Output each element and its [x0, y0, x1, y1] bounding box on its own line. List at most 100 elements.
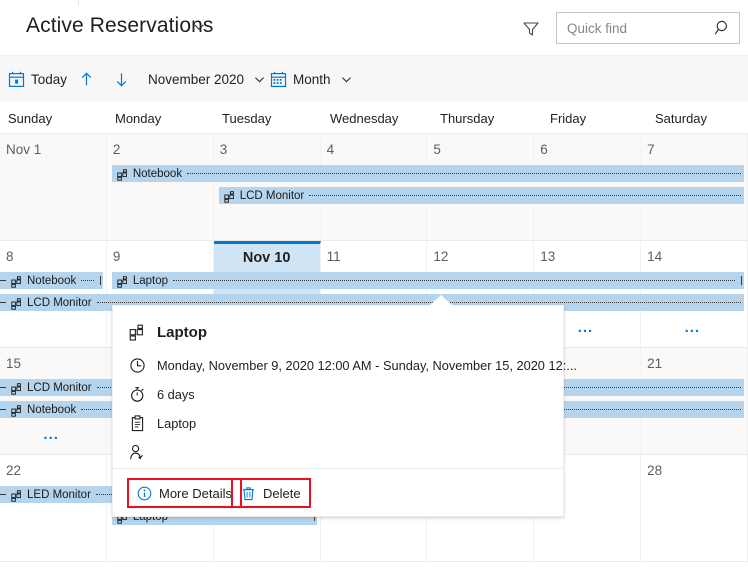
page-title: Active Reservations [26, 14, 214, 37]
calendar-event-bar[interactable]: LCD Monitor [218, 187, 744, 204]
reservation-detail-callout: Laptop Monday, November 9, 2020 12:00 AM… [112, 295, 577, 517]
calendar-event-bar[interactable]: Notebook [111, 165, 744, 182]
day-number: 14 [647, 249, 663, 264]
calendar-event-bar[interactable]: Notebook [0, 272, 103, 289]
day-cell[interactable]: Nov 1 [0, 134, 107, 240]
event-label: LCD Monitor [239, 189, 305, 202]
day-number: 4 [326, 142, 335, 157]
previous-period-button[interactable] [78, 56, 95, 103]
info-icon [137, 486, 152, 501]
today-button[interactable]: Today [8, 56, 67, 103]
day-header-saturday: Saturday [655, 111, 708, 126]
event-continuation-left [0, 302, 6, 303]
clipboard-icon [129, 415, 146, 432]
event-duration-rail [96, 302, 741, 303]
next-period-button[interactable] [113, 56, 130, 103]
callout-person-row [129, 444, 157, 461]
resource-icon [11, 489, 23, 502]
day-number: 12 [433, 249, 449, 264]
event-continuation-left [0, 387, 6, 388]
event-label: Laptop [132, 274, 169, 287]
calendar-week-row: Nov 1 2 3 4 5 6 7 Notebook LCD Monitor [0, 134, 748, 241]
person-check-icon [129, 444, 146, 461]
chevron-down-icon [340, 73, 353, 86]
event-end-cap [97, 276, 101, 285]
stopwatch-icon [129, 386, 146, 403]
resource-icon [11, 297, 23, 310]
event-continuation-left [0, 494, 6, 495]
event-duration-rail [187, 173, 741, 174]
event-label: LCD Monitor [27, 381, 92, 394]
day-number: 5 [433, 142, 441, 157]
day-header-friday: Friday [550, 111, 587, 126]
day-number: 28 [647, 463, 663, 478]
more-details-button[interactable]: More Details [127, 478, 242, 508]
event-label: LED Monitor [27, 488, 91, 501]
period-label: November 2020 [148, 72, 245, 87]
delete-label: Delete [263, 485, 301, 501]
day-header-wednesday: Wednesday [330, 111, 399, 126]
day-number: 8 [6, 249, 14, 264]
calendar-toolbar: Today November 2020 Month [0, 55, 748, 102]
period-selector[interactable]: November 2020 [148, 56, 266, 103]
day-number: 11 [326, 249, 341, 264]
resource-icon [224, 190, 236, 203]
day-number: 21 [647, 356, 663, 371]
resource-icon [117, 275, 129, 288]
day-cell[interactable]: 28 [641, 455, 748, 561]
today-button-label: Today [31, 72, 68, 87]
quick-find-box[interactable] [556, 12, 740, 44]
event-label: LCD Monitor [27, 296, 92, 309]
filter-icon[interactable] [521, 19, 541, 39]
calendar-event-bar[interactable]: Laptop [111, 272, 744, 289]
callout-duration-text: 6 days [157, 387, 195, 402]
callout-resource-text: Laptop [157, 416, 197, 431]
day-number: 7 [647, 142, 655, 157]
chevron-down-icon [253, 73, 266, 86]
window-divider [78, 0, 79, 6]
day-cell[interactable]: 22 [0, 455, 107, 561]
more-events-indicator[interactable]: ... [685, 320, 701, 335]
day-header-monday: Monday [115, 111, 162, 126]
resource-icon [129, 324, 146, 341]
day-number: 3 [219, 142, 228, 157]
event-label: Notebook [27, 403, 77, 416]
day-number: 22 [6, 463, 22, 478]
chevron-down-icon[interactable] [192, 20, 206, 34]
callout-duration-row: 6 days [129, 386, 195, 403]
top-command-bar: Active Reservations [0, 0, 748, 55]
resource-icon [11, 404, 23, 417]
event-label: Notebook [132, 167, 183, 180]
day-number: 6 [540, 142, 548, 157]
day-number: Nov 10 [242, 250, 291, 266]
callout-title-row: Laptop [129, 324, 207, 341]
callout-title: Laptop [157, 324, 207, 341]
more-events-indicator[interactable]: ... [43, 427, 59, 442]
resource-icon [11, 382, 23, 395]
day-number: 13 [540, 249, 556, 264]
event-duration-rail [309, 195, 741, 196]
today-calendar-icon [8, 71, 25, 88]
search-input[interactable] [557, 13, 709, 43]
callout-beak [429, 295, 453, 306]
calendar-icon [270, 71, 287, 88]
app-root: Active Reservations Quick find Today Nov… [0, 0, 748, 585]
callout-when-row: Monday, November 9, 2020 12:00 AM - Sund… [129, 357, 577, 374]
event-duration-rail [173, 280, 735, 281]
delete-button[interactable]: Delete [231, 478, 311, 508]
day-cell[interactable]: 2 [107, 134, 214, 240]
more-events-indicator[interactable]: ... [578, 320, 594, 335]
arrow-down-icon [113, 71, 130, 88]
more-details-label: More Details [159, 485, 232, 501]
view-selector[interactable]: Month [270, 56, 353, 103]
event-end-cap [738, 276, 742, 285]
resource-icon [117, 168, 129, 181]
day-header-thursday: Thursday [440, 111, 495, 126]
event-duration-rail [81, 280, 94, 281]
day-header-sunday: Sunday [8, 111, 53, 126]
day-header-tuesday: Tuesday [222, 111, 272, 126]
arrow-up-icon [78, 71, 95, 88]
callout-resource-row: Laptop [129, 415, 196, 432]
search-icon[interactable] [714, 19, 732, 37]
callout-when-text: Monday, November 9, 2020 12:00 AM - Sund… [157, 358, 577, 373]
